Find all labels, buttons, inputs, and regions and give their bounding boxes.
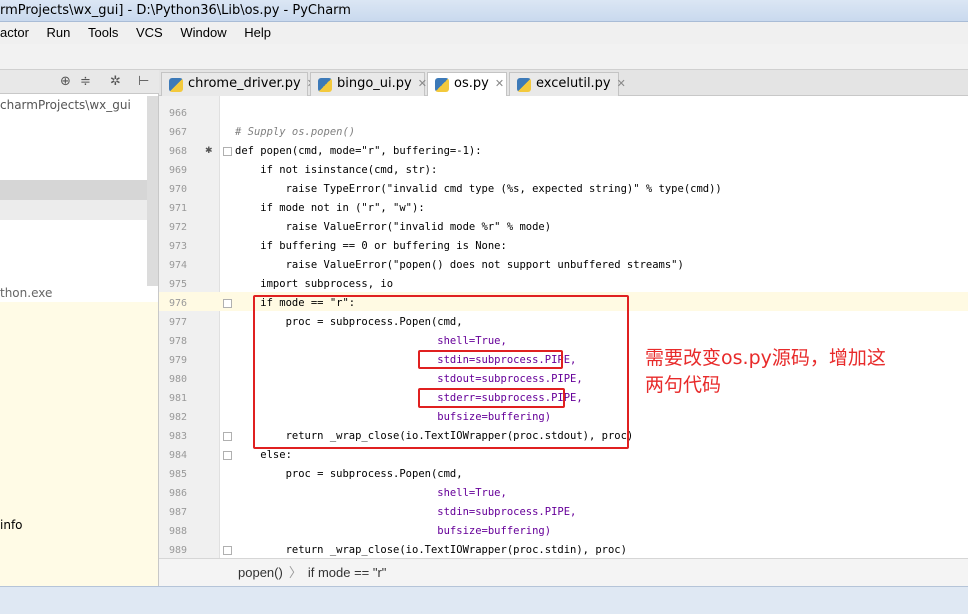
- line-number: 979: [168, 355, 187, 366]
- pin-icon[interactable]: ⊢: [138, 74, 149, 90]
- annotation-note: 需要改变os.py源码，增加这 两句代码: [645, 345, 945, 399]
- highlight-box-if-block: [253, 295, 629, 449]
- project-panel: ⊕ ≑ ✲ ⊢ charmProjects\wx_gui thon.exe in…: [0, 70, 159, 586]
- globe-icon[interactable]: ⊕: [60, 74, 71, 90]
- code-line[interactable]: import subprocess, io: [235, 275, 393, 294]
- line-number: 970: [168, 184, 187, 195]
- line-number: 987: [168, 507, 187, 518]
- line-number: 982: [168, 412, 187, 423]
- tab-bingo-ui[interactable]: bingo_ui.py ✕: [310, 72, 427, 96]
- line-number: 973: [168, 241, 187, 252]
- tab-os-py[interactable]: os.py ✕: [427, 72, 507, 97]
- code-line[interactable]: raise ValueError("popen() does not suppo…: [235, 256, 684, 275]
- collapse-icon[interactable]: ≑: [80, 74, 91, 90]
- code-line[interactable]: raise ValueError("invalid mode %r" % mod…: [235, 218, 552, 237]
- close-icon[interactable]: ✕: [495, 73, 504, 95]
- line-number: 974: [168, 260, 187, 271]
- project-tree-row[interactable]: [0, 200, 147, 220]
- line-number: 967: [168, 127, 187, 138]
- close-icon[interactable]: ✕: [617, 73, 626, 95]
- python-file-icon: [517, 78, 531, 92]
- override-marker-icon[interactable]: ✱: [205, 142, 213, 161]
- code-line[interactable]: # Supply os.popen(): [235, 123, 355, 142]
- tab-label: bingo_ui.py: [337, 76, 412, 91]
- fold-column: [219, 96, 235, 558]
- line-number: 983: [168, 431, 187, 442]
- breadcrumb: popen() 〉 if mode == "r": [159, 558, 968, 586]
- project-info-label: info: [0, 518, 23, 532]
- window-title-bar: rmProjects\wx_gui] - D:\Python36\Lib\os.…: [0, 0, 968, 22]
- menu-help[interactable]: Help: [244, 22, 271, 44]
- fold-marker-icon[interactable]: [223, 546, 232, 555]
- line-number: 981: [168, 393, 187, 404]
- line-number: 980: [168, 374, 187, 385]
- line-number: 968: [168, 146, 187, 157]
- python-file-icon: [169, 78, 183, 92]
- annotation-note-line: 需要改变os.py源码，增加这: [645, 347, 886, 369]
- project-panel-header: ⊕ ≑ ✲ ⊢: [0, 70, 159, 94]
- line-number: 985: [168, 469, 187, 480]
- fold-marker-icon[interactable]: [223, 299, 232, 308]
- window-title: rmProjects\wx_gui] - D:\Python36\Lib\os.…: [0, 3, 351, 18]
- tab-label: os.py: [454, 76, 489, 91]
- editor-tabs: chrome_driver.py✕ bingo_ui.py✕ os.py✕ ex…: [159, 70, 968, 97]
- project-interpreter[interactable]: thon.exe: [0, 286, 52, 300]
- status-bar: [0, 586, 968, 614]
- highlight-box-stdin: [418, 350, 563, 369]
- breadcrumb-separator: 〉: [288, 565, 302, 580]
- code-line[interactable]: if mode not in ("r", "w"):: [235, 199, 424, 218]
- code-line[interactable]: raise TypeError("invalid cmd type (%s, e…: [235, 180, 722, 199]
- menu-window[interactable]: Window: [180, 22, 226, 44]
- menu-tools[interactable]: Tools: [88, 22, 118, 44]
- fold-marker-icon[interactable]: [223, 147, 232, 156]
- line-number: 977: [168, 317, 187, 328]
- menu-refactor[interactable]: actor: [0, 22, 29, 44]
- tab-label: chrome_driver.py: [188, 76, 301, 91]
- highlight-box-stderr: [418, 388, 565, 408]
- gear-icon[interactable]: ✲: [110, 74, 121, 90]
- line-number: 988: [168, 526, 187, 537]
- line-number: 975: [168, 279, 187, 290]
- line-number: 984: [168, 450, 187, 461]
- project-lower-pane: [0, 302, 158, 586]
- code-line[interactable]: def popen(cmd, mode="r", buffering=-1):: [235, 142, 482, 161]
- menu-run[interactable]: Run: [47, 22, 71, 44]
- line-number: 969: [168, 165, 187, 176]
- line-number: 986: [168, 488, 187, 499]
- breadcrumb-item-if-mode[interactable]: if mode == "r": [308, 565, 387, 580]
- menu-vcs[interactable]: VCS: [136, 22, 163, 44]
- project-panel-scrollbar[interactable]: [147, 96, 158, 286]
- code-line[interactable]: if buffering == 0 or buffering is None:: [235, 237, 507, 256]
- line-number: 971: [168, 203, 187, 214]
- project-tree-selected-row[interactable]: [0, 180, 147, 200]
- code-line[interactable]: bufsize=buffering): [235, 522, 551, 541]
- tab-chrome-driver[interactable]: chrome_driver.py✕: [161, 72, 316, 96]
- fold-marker-icon[interactable]: [223, 432, 232, 441]
- python-file-icon: [435, 78, 449, 92]
- breadcrumb-item-popen[interactable]: popen(): [238, 565, 283, 580]
- code-line[interactable]: shell=True,: [235, 484, 507, 503]
- tab-label: excelutil.py: [536, 76, 611, 91]
- fold-marker-icon[interactable]: [223, 451, 232, 460]
- code-line[interactable]: if not isinstance(cmd, str):: [235, 161, 437, 180]
- line-number: 976: [168, 298, 187, 309]
- toolbar-strip: [0, 44, 968, 70]
- python-file-icon: [318, 78, 332, 92]
- project-root-path[interactable]: charmProjects\wx_gui: [0, 98, 131, 112]
- line-number: 978: [168, 336, 187, 347]
- line-number: 966: [168, 108, 187, 119]
- close-icon[interactable]: ✕: [418, 73, 427, 95]
- menu-bar: actor Run Tools VCS Window Help: [0, 22, 968, 44]
- code-line[interactable]: stdin=subprocess.PIPE,: [235, 503, 576, 522]
- code-line[interactable]: proc = subprocess.Popen(cmd,: [235, 465, 463, 484]
- annotation-note-line: 两句代码: [645, 374, 722, 396]
- tab-excelutil[interactable]: excelutil.py ✕: [509, 72, 626, 96]
- line-number: 972: [168, 222, 187, 233]
